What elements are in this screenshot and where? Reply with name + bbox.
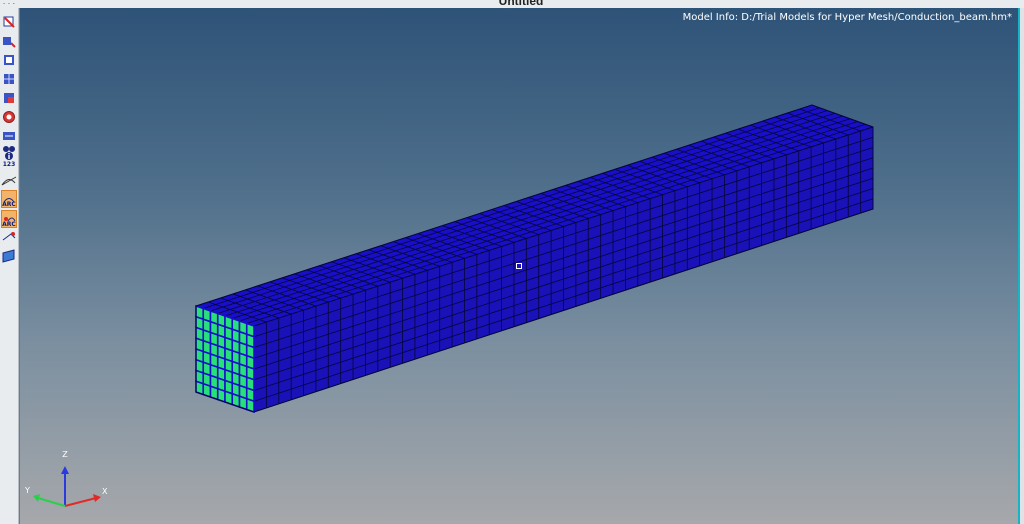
x-axis-label: X [102, 487, 108, 496]
mask-icon[interactable] [1, 52, 17, 68]
view-icon[interactable] [1, 229, 17, 245]
x-axis-arrow [93, 494, 101, 502]
display-icon[interactable] [1, 109, 17, 125]
mesh-edge [253, 147, 874, 348]
graphics-viewport[interactable]: Model Info: D:/Trial Models for Hyper Me… [19, 8, 1020, 524]
measure-icon[interactable] [1, 172, 17, 188]
transform-icon[interactable] [1, 33, 17, 49]
window-title-bar: Untitled [18, 0, 1024, 8]
plane-icon[interactable] [1, 248, 17, 264]
arc-icon-label: ARC [2, 201, 16, 208]
y-axis-line [37, 497, 66, 507]
isolate-icon[interactable] [1, 90, 17, 106]
axis-triad: Z X Y [24, 450, 108, 507]
left-toolbar: · · · 123 ARC ARC [0, 0, 19, 524]
beam-mesh [195, 104, 874, 414]
window-title: Untitled [498, 0, 544, 8]
cursor-marker [516, 263, 522, 269]
arc-center-icon-label: ARC [2, 221, 16, 228]
info-icon[interactable] [1, 151, 17, 161]
y-axis-arrow [33, 494, 40, 502]
toolbar-grip[interactable]: · · · [2, 0, 16, 8]
y-axis-label: Y [24, 486, 30, 495]
find-icon[interactable] [1, 71, 17, 87]
z-axis-label: Z [62, 450, 68, 459]
info-icon-label: 123 [2, 161, 16, 168]
select-icon[interactable] [1, 14, 17, 30]
z-axis-arrow [61, 466, 69, 474]
x-axis-line [64, 497, 97, 507]
